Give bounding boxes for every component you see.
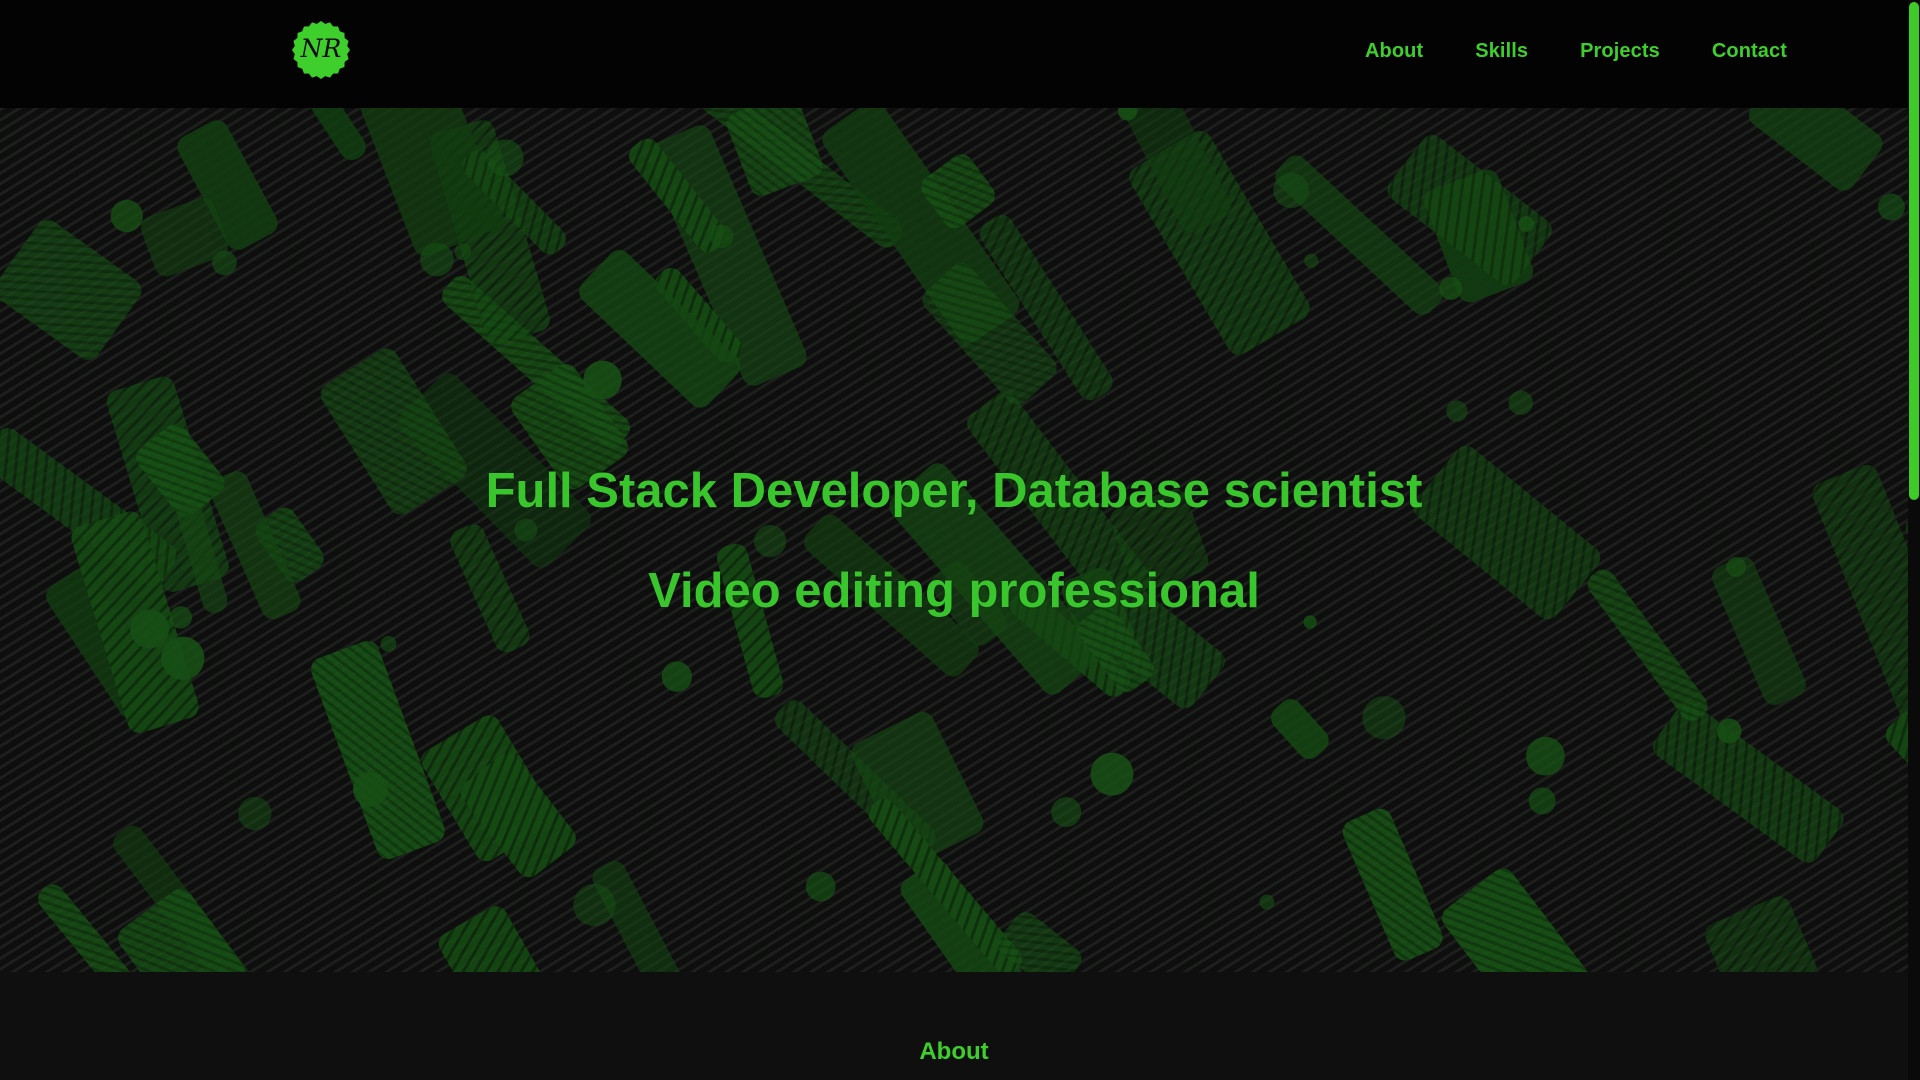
nav-link-projects[interactable]: Projects: [1580, 40, 1660, 63]
about-section: About: [0, 972, 1908, 1080]
hero-background-image: [0, 108, 1908, 972]
hero-title-line-1: Full Stack Developer, Database scientist: [485, 464, 1423, 518]
logo-badge-icon: NR: [292, 21, 350, 79]
scrollbar-track[interactable]: [1908, 0, 1920, 1080]
nav-link-about[interactable]: About: [1365, 40, 1423, 63]
page: NR About Skills Projects Contact Full St…: [0, 0, 1920, 1080]
hero-title-line-2: Video editing professional: [648, 564, 1260, 618]
about-heading: About: [919, 1038, 989, 1065]
nav-link-skills[interactable]: Skills: [1475, 40, 1528, 63]
navbar: NR About Skills Projects Contact: [0, 0, 1908, 108]
nav-links: About Skills Projects Contact: [1365, 40, 1787, 63]
logo-text: NR: [300, 34, 342, 63]
scrollbar-thumb[interactable]: [1909, 2, 1919, 500]
nav-link-contact[interactable]: Contact: [1712, 40, 1787, 63]
hero-section: Full Stack Developer, Database scientist…: [0, 108, 1908, 972]
logo[interactable]: NR: [292, 21, 350, 79]
